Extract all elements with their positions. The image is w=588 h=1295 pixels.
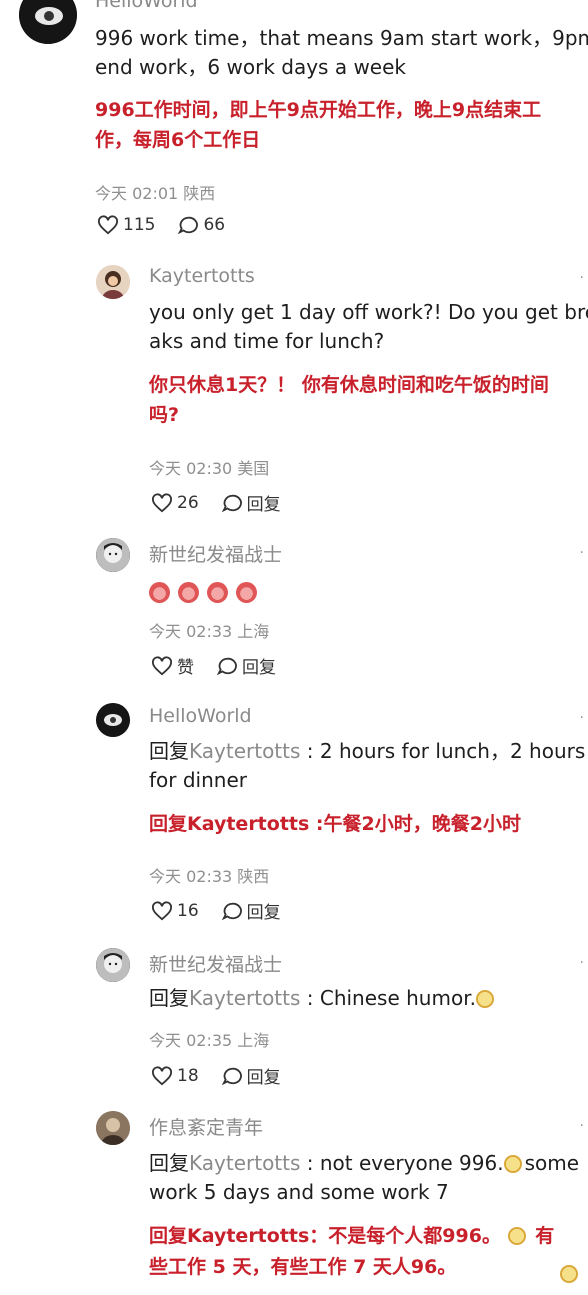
- more-dots-icon[interactable]: ·: [580, 710, 584, 726]
- username[interactable]: 新世纪发福战士: [149, 950, 282, 977]
- comment-6: 作息紊定青年 · 回复Kaytertotts : not everyone 99…: [0, 1105, 588, 1295]
- username[interactable]: HelloWorld: [95, 0, 198, 12]
- more-dots-icon[interactable]: ·: [580, 1118, 584, 1134]
- comment-text-en: 996 work time，that means 9am start work，…: [95, 26, 588, 79]
- translation-line1: 回复Kaytertotts：不是每个人都996。: [149, 1225, 501, 1247]
- reply-to-user[interactable]: Kaytertotts: [189, 739, 300, 763]
- emoji-sticker-icon: [507, 1227, 526, 1245]
- comment-text: : not everyone 996.: [300, 1151, 504, 1175]
- comment-meta: 今天 02:35 上海: [149, 1031, 270, 1050]
- translation-line2-tail: 人96。: [391, 1256, 457, 1278]
- emoji-sticker-icon: [178, 582, 200, 603]
- heart-outline-icon: [98, 215, 118, 235]
- translation-line2: 些工作 5 天，有些工作 7 天: [149, 1256, 392, 1278]
- comment-translation-zh: 996工作时间，即上午9点开始工作，晚上9点结束工 作，每周6个工作日: [95, 99, 542, 151]
- like-count: 26: [177, 492, 199, 513]
- avatar[interactable]: [96, 265, 130, 299]
- avatar[interactable]: [96, 1111, 130, 1145]
- username[interactable]: HelloWorld: [149, 705, 252, 727]
- comment-text-en-line2: work 5 days and some work 7: [149, 1180, 449, 1204]
- reply-to-user[interactable]: Kaytertotts: [189, 986, 300, 1010]
- comment-4: HelloWorld · 回复Kaytertotts : 2 hours for…: [0, 695, 588, 935]
- like-count: 115: [123, 215, 156, 235]
- reply-prefix: 回复: [149, 1151, 189, 1175]
- like-button[interactable]: 16: [151, 901, 199, 921]
- more-dots-icon[interactable]: ·: [580, 270, 584, 286]
- heart-outline-icon: [152, 900, 172, 920]
- like-label: 赞: [177, 658, 194, 678]
- like-button[interactable]: 18: [151, 1066, 199, 1086]
- reply-label: 回复: [242, 658, 276, 678]
- comment-text-en-line2: for dinner: [149, 768, 247, 792]
- like-button[interactable]: 26: [151, 493, 199, 513]
- like-count: 18: [177, 1065, 199, 1086]
- emoji-sticker-icon: [207, 582, 229, 603]
- reply-count: 66: [203, 215, 226, 235]
- avatar[interactable]: [19, 0, 77, 44]
- avatar[interactable]: [96, 703, 130, 737]
- emoji-sticker-icon: [475, 990, 494, 1008]
- comment-actions: 16 回复: [151, 898, 303, 923]
- comment-text: : 2 hours for lunch，2 hours: [300, 739, 586, 763]
- heart-outline-icon: [152, 492, 172, 512]
- comment-actions: 115 66: [97, 215, 247, 235]
- comment-meta: 今天 02:01 陕西: [95, 184, 216, 203]
- emoji-sticker-icon: [149, 582, 170, 603]
- reply-button[interactable]: 回复: [221, 490, 281, 515]
- comment-text: : Chinese humor.: [300, 986, 476, 1010]
- like-button[interactable]: 赞: [151, 653, 194, 678]
- emoji-sticker-icon: [503, 1155, 522, 1173]
- more-dots-icon[interactable]: ·: [580, 545, 584, 561]
- heart-outline-icon: [152, 1065, 172, 1085]
- speech-bubble-icon: [221, 902, 242, 920]
- username[interactable]: 作息紊定青年: [149, 1113, 263, 1140]
- reply-label: 回复: [246, 903, 281, 923]
- comment-text-tail: some: [524, 1151, 580, 1175]
- translation-line1-tail: 有: [535, 1225, 555, 1247]
- like-button[interactable]: 115: [97, 215, 155, 235]
- reply-label: 回复: [246, 1068, 281, 1088]
- username[interactable]: Kaytertotts: [149, 265, 255, 287]
- comment-translation-zh: 回复Kaytertotts：不是每个人都996。 有: [149, 1221, 554, 1251]
- comment-translation-zh: 你只休息1天？！ 你有休息时间和吃午饭的时间 吗?: [149, 374, 549, 426]
- reply-prefix: 回复: [149, 739, 189, 763]
- reply-button[interactable]: 回复: [216, 653, 276, 678]
- speech-bubble-icon: [178, 216, 199, 235]
- comment-meta: 今天 02:30 美国: [149, 459, 270, 478]
- comment-text-en: 回复Kaytertotts : 2 hours for lunch，2 hour…: [149, 737, 585, 766]
- like-count: 16: [177, 900, 199, 921]
- comment-translation-zh: 回复Kaytertotts :午餐2小时，晚餐2小时: [149, 813, 521, 835]
- comment-meta: 今天 02:33 上海: [149, 622, 270, 641]
- emoji-row: [149, 582, 260, 604]
- comment-translation-zh-line2: 些工作 5 天，有些工作 7 天人96。: [149, 1252, 456, 1282]
- comment-3: 新世纪发福战士 · 今天 02:33 上海 赞 回复: [0, 530, 588, 690]
- speech-bubble-icon: [221, 1067, 242, 1085]
- comment-text-en: 回复Kaytertotts : not everyone 996. some: [149, 1149, 579, 1178]
- more-dots-icon[interactable]: ·: [580, 955, 584, 971]
- comment-actions: 18 回复: [151, 1063, 303, 1088]
- heart-outline-icon: [152, 655, 172, 675]
- comment-text-en: you only get 1 day off work?! Do you get…: [149, 300, 588, 353]
- avatar[interactable]: [96, 538, 130, 572]
- emoji-sticker-icon: [560, 1265, 578, 1283]
- comment-text-en: 回复Kaytertotts : Chinese humor.: [149, 984, 497, 1013]
- speech-bubble-icon: [216, 657, 237, 675]
- emoji-sticker-icon: [236, 582, 258, 603]
- reply-button[interactable]: 回复: [221, 1063, 281, 1088]
- reply-to-user[interactable]: Kaytertotts: [189, 1151, 300, 1175]
- speech-bubble-icon: [221, 494, 242, 512]
- comment-meta: 今天 02:33 陕西: [149, 867, 270, 886]
- reply-prefix: 回复: [149, 986, 189, 1010]
- comment-5: 新世纪发福战士 · 回复Kaytertotts : Chinese humor.…: [0, 940, 588, 1100]
- reply-button[interactable]: 66: [177, 215, 225, 235]
- avatar[interactable]: [96, 948, 130, 982]
- comment-actions: 赞 回复: [151, 653, 298, 678]
- comment-2: Kaytertotts · you only get 1 day off wor…: [0, 255, 588, 525]
- reply-button[interactable]: 回复: [221, 898, 281, 923]
- comment-1: HelloWorld 996 work time，that means 9am …: [0, 0, 588, 250]
- username[interactable]: 新世纪发福战士: [149, 540, 282, 567]
- comment-actions: 26 回复: [151, 490, 303, 515]
- reply-label: 回复: [246, 495, 281, 515]
